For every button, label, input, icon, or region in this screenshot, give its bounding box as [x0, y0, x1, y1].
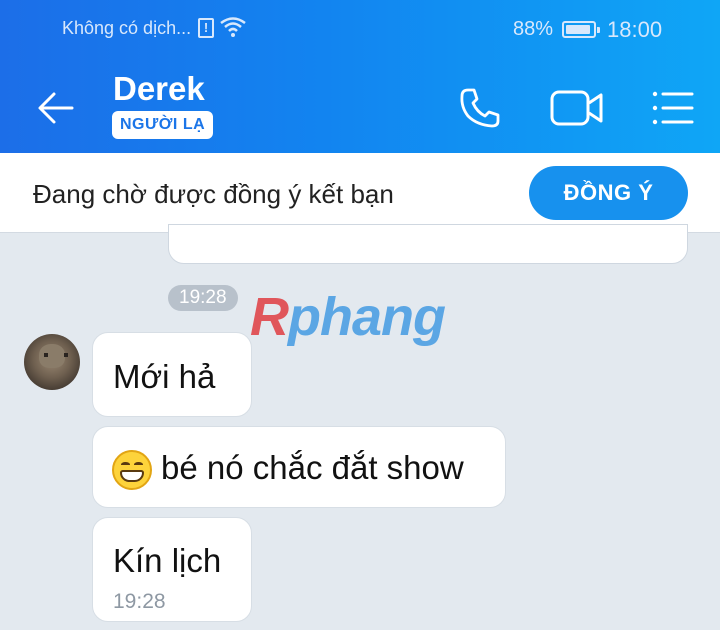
wifi-icon — [220, 17, 246, 37]
sim-alert-icon: ! — [198, 18, 214, 38]
battery-icon — [562, 21, 600, 38]
timestamp-chip: 19:28 — [168, 285, 238, 311]
message-text: Kín lịch — [113, 542, 222, 579]
video-call-button[interactable] — [549, 86, 605, 130]
video-camera-icon — [550, 90, 603, 126]
status-clock: 18:00 — [607, 17, 663, 42]
message-text: Mới hả — [113, 358, 216, 395]
avatar[interactable] — [24, 334, 80, 390]
message-bubble[interactable]: Kín lịch 19:28 — [92, 517, 252, 622]
contact-name[interactable]: Derek — [113, 70, 205, 108]
app-bar: Derek NGƯỜI LẠ — [0, 58, 720, 153]
battery-percent: 88% — [513, 18, 554, 40]
message-bubble[interactable]: bé nó chắc đắt show — [92, 426, 506, 508]
header: Không có dịch... ! 88% 18:00 Derek NGƯỜI… — [0, 0, 720, 153]
chat-area[interactable]: 19:28 Rphang Mới hả bé nó chắc đắt show … — [0, 224, 720, 630]
message-text: bé nó chắc đắt show — [161, 449, 464, 486]
status-bar: Không có dịch... ! 88% 18:00 — [0, 0, 720, 58]
friend-request-text: Đang chờ được đồng ý kết bạn — [33, 179, 394, 209]
phone-icon — [460, 88, 500, 128]
menu-button[interactable] — [648, 86, 696, 130]
watermark-rest: phang — [288, 287, 446, 347]
menu-list-icon — [652, 91, 694, 125]
accept-friend-button[interactable]: ĐỒNG Ý — [529, 166, 688, 220]
message-time: 19:28 — [113, 590, 166, 613]
watermark-first-letter: R — [250, 287, 289, 347]
grinning-face-icon — [112, 450, 152, 490]
friend-request-bar: Đang chờ được đồng ý kết bạn ĐỒNG Ý — [0, 153, 720, 233]
previous-message-bubble[interactable] — [168, 224, 688, 264]
back-button[interactable] — [34, 86, 78, 130]
call-button[interactable] — [456, 84, 504, 132]
back-arrow-icon — [38, 92, 74, 124]
message-bubble[interactable]: Mới hả — [92, 332, 252, 417]
carrier-text: Không có dịch... — [62, 18, 192, 38]
stranger-badge: NGƯỜI LẠ — [112, 111, 214, 139]
watermark-logo: Rphang — [250, 286, 446, 348]
